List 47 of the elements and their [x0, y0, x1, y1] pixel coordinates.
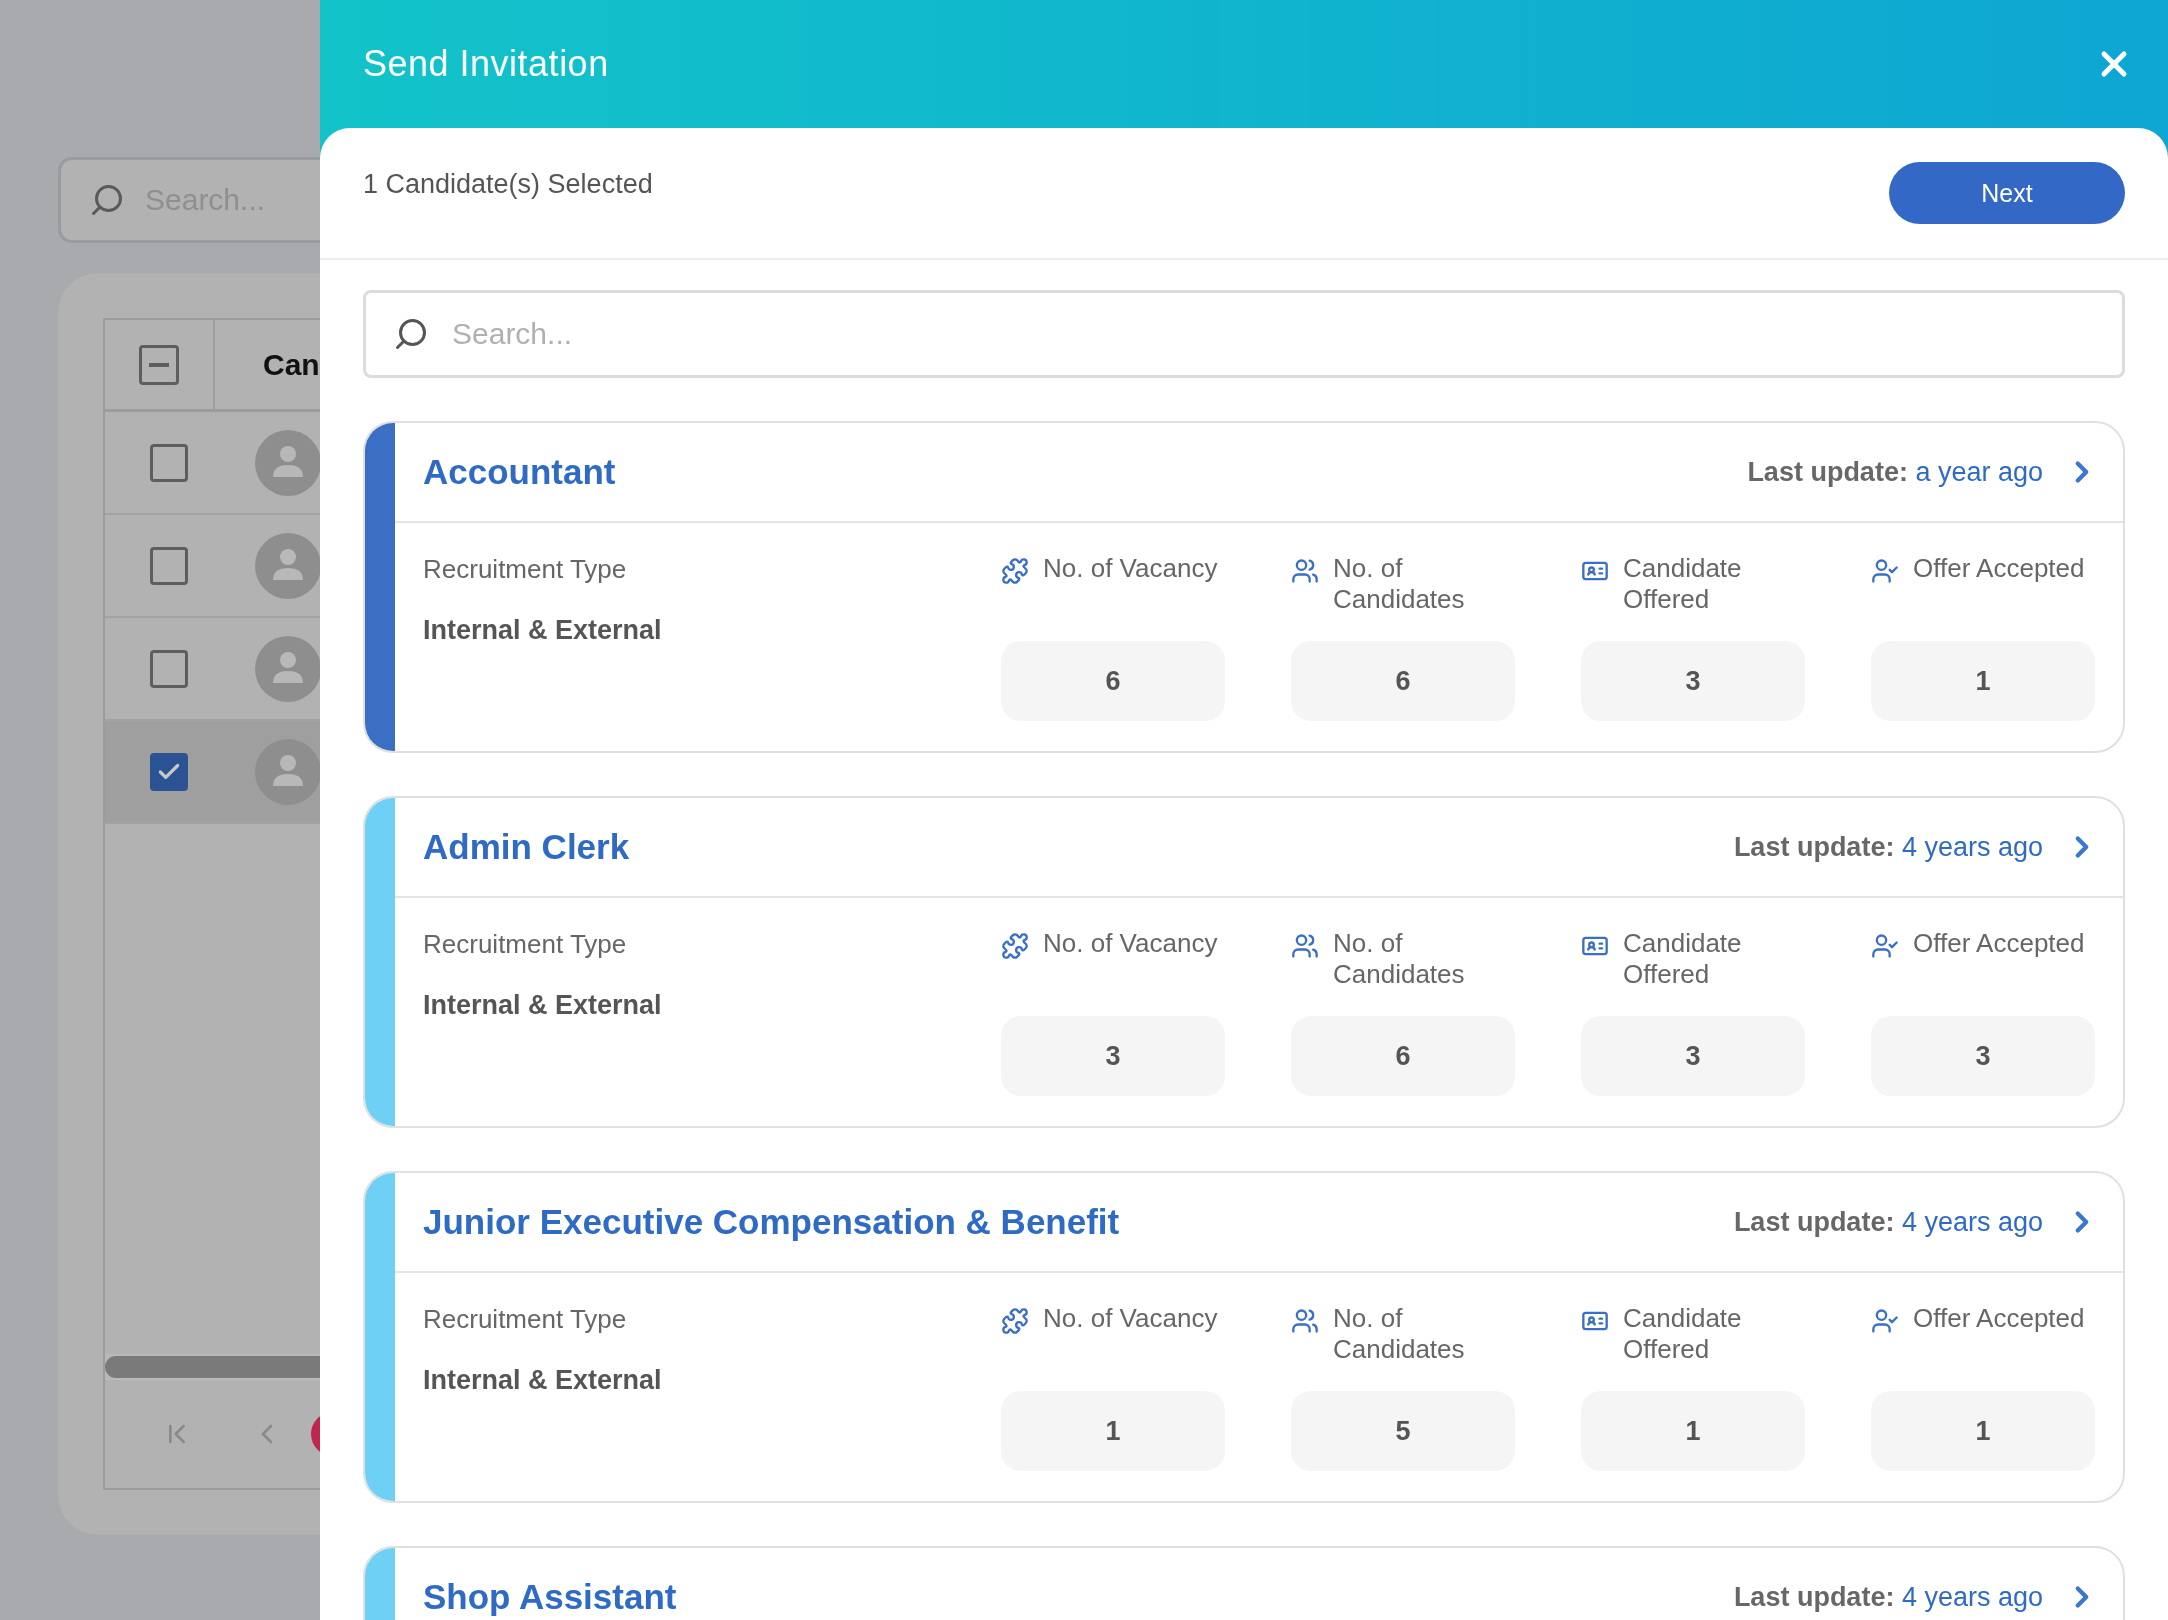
job-card[interactable]: Accountant Last update: a year ago Recruitment Type Internal & External No. of Vacancy 6 No. of Candidates 6 Candidate Offered 3 Offer Accepted 1 [363, 421, 2125, 753]
last-update: Last update: 4 years ago [1733, 1581, 2043, 1613]
stat-label: No. of Candidates [1333, 553, 1466, 615]
stat-label: Offer Accepted [1913, 928, 2085, 959]
column-header: Can [262, 347, 320, 382]
recruitment-type-value: Internal & External [423, 615, 663, 646]
stat-value: 3 [1001, 1016, 1225, 1096]
stat-label: No. of Candidates [1333, 1303, 1466, 1365]
stat-label: Offer Accepted [1913, 553, 2085, 584]
recruitment-type-value: Internal & External [423, 990, 663, 1021]
job-title: Accountant [423, 452, 616, 492]
stat-value: 1 [1871, 641, 2095, 721]
last-update: Last update: a year ago [1747, 456, 2043, 488]
stat-label: No. of Candidates [1333, 928, 1466, 990]
job-card[interactable]: Admin Clerk Last update: 4 years ago Recruitment Type Internal & External No. of Vacancy 3 No. of Candidates 6 Candidate Offered 3 Offer Accepted 3 [363, 796, 2125, 1128]
stat-value: 1 [1581, 1391, 1805, 1471]
search-field[interactable]: Search... [363, 290, 2125, 378]
stat-value: 1 [1001, 1391, 1225, 1471]
stat-label: Candidate Offered [1623, 1303, 1743, 1365]
stat-value: 1 [1871, 1391, 2095, 1471]
stat-label: Candidate Offered [1623, 928, 1743, 990]
recruitment-type-label: Recruitment Type [423, 1303, 628, 1335]
next-button[interactable]: Next [1889, 162, 2125, 224]
stat-value: 3 [1581, 641, 1805, 721]
job-title: Junior Executive Compensation & Benefit [423, 1202, 1120, 1242]
recruitment-type-value: Internal & External [423, 1365, 663, 1396]
stat-value: 6 [1291, 641, 1515, 721]
stat-value: 6 [1291, 1016, 1515, 1096]
job-title: Admin Clerk [423, 827, 630, 867]
job-card[interactable]: Shop Assistant Last update: 4 years ago [363, 1546, 2125, 1620]
stat-value: 5 [1291, 1391, 1515, 1471]
stat-value: 3 [1581, 1016, 1805, 1096]
job-title: Shop Assistant [423, 1577, 677, 1617]
stat-label: No. of Vacancy [1043, 1303, 1218, 1334]
last-update: Last update: 4 years ago [1733, 831, 2043, 863]
recruitment-type-label: Recruitment Type [423, 928, 628, 960]
job-card[interactable]: Junior Executive Compensation & Benefit Last update: 4 years ago Recruitment Type Internal & External No. of Vacancy 1 No. of Candidates 5 Candidate Offered 1 Offer Accepted 1 [363, 1171, 2125, 1503]
dialog-title: Send Invitation [363, 43, 609, 85]
stat-label: Offer Accepted [1913, 1303, 2085, 1334]
stat-label: No. of Vacancy [1043, 928, 1218, 959]
selection-count: 1 Candidate(s) Selected [363, 168, 653, 200]
last-update: Last update: 4 years ago [1733, 1206, 2043, 1238]
stat-value: 6 [1001, 641, 1225, 721]
stat-label: No. of Vacancy [1043, 553, 1218, 584]
stat-value: 3 [1871, 1016, 2095, 1096]
recruitment-type-label: Recruitment Type [423, 553, 628, 585]
stat-label: Candidate Offered [1623, 553, 1743, 615]
